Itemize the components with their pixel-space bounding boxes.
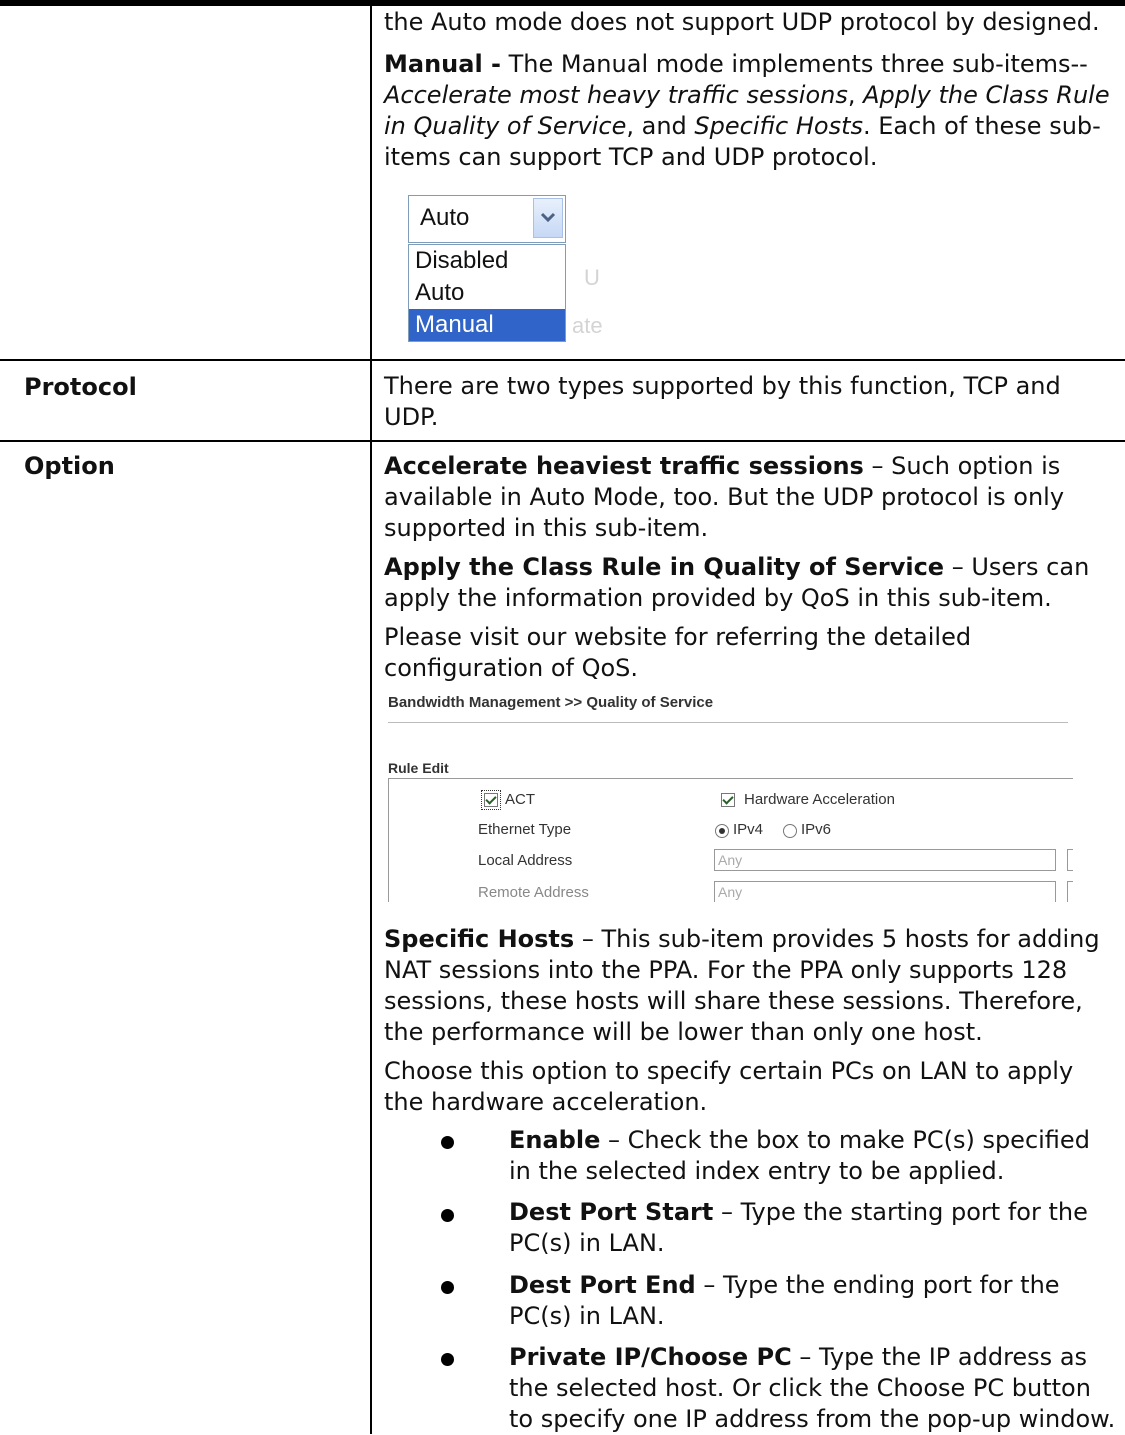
remote-address-label: Remote Address [478, 884, 589, 901]
visit-website-text: Please visit our website for referring t… [384, 623, 972, 682]
rule-edit-panel: ACT Hardware Acceleration Ethernet Type … [388, 778, 1073, 902]
remote-address-button[interactable] [1067, 881, 1073, 902]
background-ghost-text: U [584, 265, 600, 290]
remote-address-input[interactable]: Any [714, 881, 1056, 902]
option-disabled[interactable]: Disabled [409, 245, 565, 277]
choose-option-text: Choose this option to specify certain PC… [384, 1057, 1074, 1116]
option-auto[interactable]: Auto [409, 277, 565, 309]
act-checkbox[interactable] [481, 790, 501, 810]
bullet-icon [441, 1353, 454, 1366]
chevron-down-icon [540, 212, 556, 223]
protocol-label: Protocol [24, 373, 137, 401]
auto-mode-note: the Auto mode does not support UDP proto… [384, 8, 1100, 36]
ipv6-radio[interactable] [783, 824, 797, 838]
bullet-dest-port-start: Dest Port Start – Type the starting port… [509, 1198, 1088, 1257]
manual-term: Manual - [384, 50, 501, 78]
mode-selected-value: Auto [420, 204, 470, 231]
local-address-button[interactable] [1067, 849, 1073, 871]
column-divider [370, 6, 372, 1434]
heaviest-description: Accelerate heaviest traffic sessions – S… [384, 452, 1065, 542]
qos-screenshot: Bandwidth Management >> Quality of Servi… [388, 690, 1073, 902]
row-divider-1 [0, 359, 1125, 361]
local-address-label: Local Address [478, 852, 573, 869]
bullet-enable: Enable – Check the box to make PC(s) spe… [509, 1126, 1090, 1185]
mode-dropdown[interactable]: Auto Disabled Auto Manual [408, 195, 566, 342]
table-top-border [0, 0, 1125, 6]
specific-hosts-description: Specific Hosts – This sub-item provides … [384, 925, 1100, 1046]
breadcrumb: Bandwidth Management >> Quality of Servi… [388, 694, 714, 711]
row-divider-2 [0, 440, 1125, 442]
local-address-input[interactable]: Any [714, 849, 1056, 871]
background-ghost-text: ate [572, 313, 603, 338]
ethernet-type-label: Ethernet Type [478, 821, 572, 838]
class-rule-description: Apply the Class Rule in Quality of Servi… [384, 553, 1090, 612]
mode-options-list: Disabled Auto Manual [408, 244, 566, 342]
divider [388, 722, 1068, 723]
act-label: ACT [505, 791, 535, 808]
hardware-acceleration-label: Hardware Acceleration [744, 791, 895, 808]
bullet-icon [441, 1209, 454, 1222]
bullet-icon [441, 1281, 454, 1294]
bullet-dest-port-end: Dest Port End – Type the ending port for… [509, 1271, 1060, 1330]
option-label: Option [24, 452, 115, 480]
ipv4-radio[interactable] [715, 824, 729, 838]
ipv4-label: IPv4 [733, 821, 764, 838]
option-manual[interactable]: Manual [409, 309, 565, 341]
protocol-description: There are two types supported by this fu… [384, 372, 1061, 431]
bullet-private-ip: Private IP/Choose PC – Type the IP addre… [509, 1343, 1116, 1433]
hardware-acceleration-checkbox[interactable] [721, 793, 735, 807]
mode-select[interactable]: Auto [408, 195, 566, 243]
bullet-icon [441, 1136, 454, 1149]
ipv6-label: IPv6 [801, 821, 832, 838]
dropdown-button[interactable] [533, 198, 563, 238]
manual-description: Manual - The Manual mode implements thre… [384, 50, 1110, 171]
rule-edit-heading: Rule Edit [388, 760, 449, 776]
